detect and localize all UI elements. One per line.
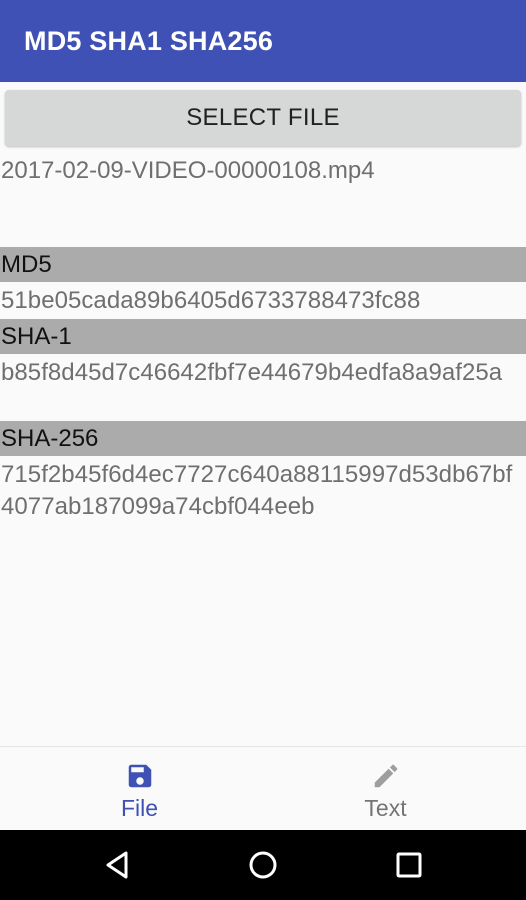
nav-tab-file-label: File xyxy=(120,795,159,821)
recents-icon[interactable] xyxy=(389,845,429,885)
sha256-value: 715f2b45f6d4ec7727c640a88115997d53db67bf… xyxy=(1,461,513,520)
save-icon xyxy=(128,764,151,788)
nav-tab-text-label: Text xyxy=(364,795,407,821)
md5-header: MD5 xyxy=(0,247,526,282)
app-title: MD5 SHA1 SHA256 xyxy=(24,26,274,56)
pencil-icon xyxy=(374,764,397,788)
nav-tab-text[interactable]: Text xyxy=(254,747,517,831)
sha1-header: SHA-1 xyxy=(0,319,526,354)
select-file-button[interactable]: SELECT FILE xyxy=(5,90,521,146)
system-navigation-bar xyxy=(0,830,526,900)
home-icon[interactable] xyxy=(243,845,283,885)
nav-tab-file[interactable]: File xyxy=(8,747,271,831)
back-icon[interactable] xyxy=(97,845,137,885)
md5-value: 51be05cada89b6405d6733788473fc88 xyxy=(1,287,421,314)
app-bar: MD5 SHA1 SHA256 xyxy=(0,0,526,82)
selected-file-name: 2017-02-09-VIDEO-00000108.mp4 xyxy=(1,157,375,184)
sha256-header: SHA-256 xyxy=(0,421,526,456)
sha1-value: b85f8d45d7c46642fbf7e44679b4edfa8a9af25a xyxy=(1,359,503,386)
bottom-navigation: File Text xyxy=(0,746,526,831)
